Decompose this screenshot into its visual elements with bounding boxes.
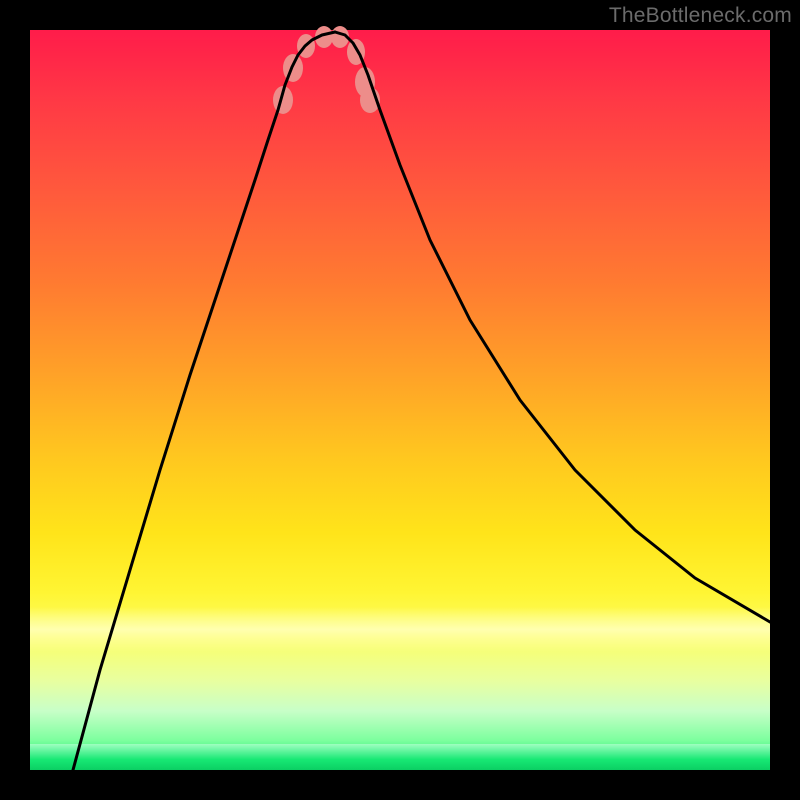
- marker-group: [273, 26, 380, 114]
- curve-right-branch: [335, 32, 770, 622]
- curve-layer: [30, 30, 770, 770]
- watermark-label: TheBottleneck.com: [609, 4, 792, 28]
- chart-stage: TheBottleneck.com: [0, 0, 800, 800]
- curve-left-branch: [73, 32, 335, 770]
